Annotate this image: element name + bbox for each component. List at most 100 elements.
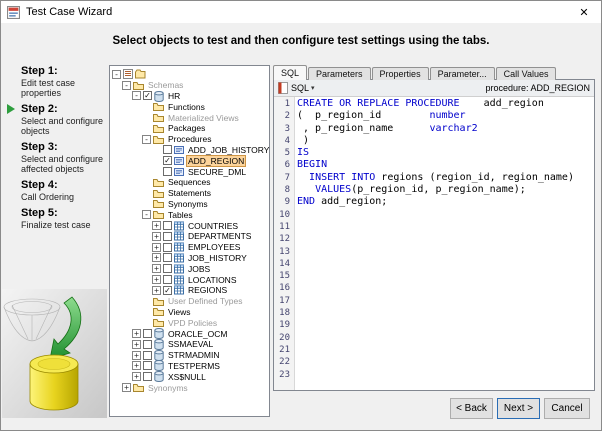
item-checkbox[interactable]: [163, 145, 172, 155]
tree-node-label[interactable]: SSMAEVAL: [166, 339, 215, 349]
tree-row[interactable]: + DEPARTMENTS: [110, 231, 269, 242]
tree-node-label[interactable]: Procedures: [166, 134, 213, 144]
tree-node-label[interactable]: VPD Policies: [166, 318, 219, 328]
item-checkbox[interactable]: [143, 372, 152, 382]
expand-toggle[interactable]: +: [132, 350, 141, 360]
expand-toggle[interactable]: +: [152, 285, 161, 295]
expand-toggle[interactable]: +: [152, 221, 161, 231]
tree-row[interactable]: + SSMAEVAL: [110, 338, 269, 350]
tree-row[interactable]: Materialized Views: [110, 112, 269, 123]
tree-row[interactable]: + EMPLOYEES: [110, 242, 269, 253]
tree-row[interactable]: + JOBS: [110, 263, 269, 274]
tab-call-values[interactable]: Call Values: [495, 67, 557, 80]
tree-node-label[interactable]: LOCATIONS: [186, 275, 239, 285]
tree-node-label[interactable]: COUNTRIES: [186, 221, 240, 231]
tree-row[interactable]: Synonyms: [110, 199, 269, 210]
object-tree[interactable]: - - Schemas - ✓ HR Functions Materialized Views…: [109, 65, 270, 417]
tree-row[interactable]: + COUNTRIES: [110, 220, 269, 231]
tree-node-label[interactable]: Materialized Views: [166, 113, 241, 123]
expand-toggle[interactable]: +: [152, 231, 161, 241]
sql-editor[interactable]: 1 CREATE OR REPLACE PROCEDURE add_region 2…: [274, 97, 594, 390]
tree-row[interactable]: - ✓ HR: [110, 90, 269, 102]
item-checkbox[interactable]: [163, 242, 172, 252]
expand-toggle[interactable]: +: [132, 361, 141, 371]
tree-row[interactable]: User Defined Types: [110, 296, 269, 307]
tree-node-label[interactable]: Tables: [166, 210, 195, 220]
tree-row[interactable]: + JOB_HISTORY: [110, 253, 269, 264]
tree-row[interactable]: Statements: [110, 188, 269, 199]
tree-row[interactable]: ✓ ADD_REGION: [110, 154, 269, 167]
tree-node-label[interactable]: ORACLE_OCM: [166, 329, 230, 339]
tree-node-label[interactable]: User Defined Types: [166, 296, 245, 306]
tree-node-label[interactable]: ADD_JOB_HISTORY: [186, 145, 269, 155]
tree-row[interactable]: + Synonyms: [110, 382, 269, 393]
tree-node-label[interactable]: EMPLOYEES: [186, 242, 242, 252]
item-checkbox[interactable]: [163, 264, 172, 274]
tree-row[interactable]: Functions: [110, 101, 269, 112]
collapse-toggle[interactable]: -: [112, 69, 121, 79]
item-checkbox[interactable]: [163, 167, 172, 177]
tree-node-label[interactable]: REGIONS: [186, 285, 229, 295]
tree-node-label[interactable]: Schemas: [146, 80, 185, 90]
tree-node-label[interactable]: Sequences: [166, 177, 213, 187]
tree-row[interactable]: Packages: [110, 123, 269, 134]
tree-node-label[interactable]: XS$NULL: [166, 372, 208, 382]
collapse-toggle[interactable]: -: [142, 134, 151, 144]
collapse-toggle[interactable]: -: [142, 210, 151, 220]
tree-node-label[interactable]: Packages: [166, 123, 207, 133]
tab-properties[interactable]: Properties: [371, 67, 429, 80]
item-checkbox[interactable]: [143, 339, 152, 349]
title-bar[interactable]: Test Case Wizard ✕: [1, 1, 601, 23]
tree-row[interactable]: - Schemas: [110, 80, 269, 91]
tree-node-label[interactable]: Statements: [166, 188, 213, 198]
tree-row[interactable]: + LOCATIONS: [110, 274, 269, 285]
expand-toggle[interactable]: +: [132, 339, 141, 349]
collapse-toggle[interactable]: -: [122, 80, 131, 90]
tree-row[interactable]: - Tables: [110, 209, 269, 220]
expand-toggle[interactable]: +: [132, 329, 141, 339]
collapse-toggle[interactable]: -: [132, 91, 141, 101]
tree-node-label[interactable]: Synonyms: [146, 383, 190, 393]
tree-row[interactable]: + ✓ REGIONS: [110, 285, 269, 296]
tab-parameter[interactable]: Parameter...: [429, 67, 495, 80]
cancel-button[interactable]: Cancel: [544, 398, 590, 419]
expand-toggle[interactable]: +: [122, 383, 131, 392]
item-checkbox[interactable]: ✓: [163, 285, 172, 295]
tree-node-label[interactable]: JOBS: [186, 264, 212, 274]
tree-row[interactable]: + XS$NULL: [110, 371, 269, 383]
item-checkbox[interactable]: [163, 275, 172, 285]
tree-node-label[interactable]: ADD_REGION: [186, 154, 247, 167]
expand-toggle[interactable]: +: [152, 264, 161, 274]
item-checkbox[interactable]: [143, 350, 152, 360]
tree-node-label[interactable]: JOB_HISTORY: [186, 253, 249, 263]
tree-node-label[interactable]: Synonyms: [166, 199, 210, 209]
close-button[interactable]: ✕: [567, 1, 601, 23]
tree-node-label[interactable]: TESTPERMS: [166, 361, 222, 371]
tree-row[interactable]: SECURE_DML: [110, 166, 269, 177]
item-checkbox[interactable]: [143, 361, 152, 371]
item-checkbox[interactable]: [163, 253, 172, 263]
tree-row[interactable]: ADD_JOB_HISTORY: [110, 145, 269, 156]
expand-toggle[interactable]: +: [132, 372, 141, 382]
tree-row[interactable]: VPD Policies: [110, 317, 269, 328]
tree-row[interactable]: + ORACLE_OCM: [110, 328, 269, 340]
tree-node-label[interactable]: HR: [166, 91, 182, 101]
expand-toggle[interactable]: +: [152, 275, 161, 285]
expand-toggle[interactable]: +: [152, 253, 161, 263]
item-checkbox[interactable]: [143, 329, 152, 339]
tree-row[interactable]: - Procedures: [110, 134, 269, 145]
tree-node-label[interactable]: Views: [166, 307, 193, 317]
tree-node-label[interactable]: STRMADMIN: [166, 350, 221, 360]
item-checkbox[interactable]: ✓: [143, 91, 152, 101]
tree-row[interactable]: -: [110, 69, 269, 80]
tree-node-label[interactable]: DEPARTMENTS: [186, 231, 253, 241]
tree-row[interactable]: Sequences: [110, 177, 269, 188]
back-button[interactable]: < Back: [450, 398, 493, 419]
tree-row[interactable]: + TESTPERMS: [110, 360, 269, 372]
expand-toggle[interactable]: +: [152, 242, 161, 252]
tree-row[interactable]: Views: [110, 307, 269, 318]
tree-node-label[interactable]: Functions: [166, 102, 207, 112]
tab-parameters[interactable]: Parameters: [308, 67, 371, 80]
sql-view-dropdown[interactable]: SQL ▾: [291, 83, 315, 93]
item-checkbox[interactable]: [163, 221, 172, 231]
